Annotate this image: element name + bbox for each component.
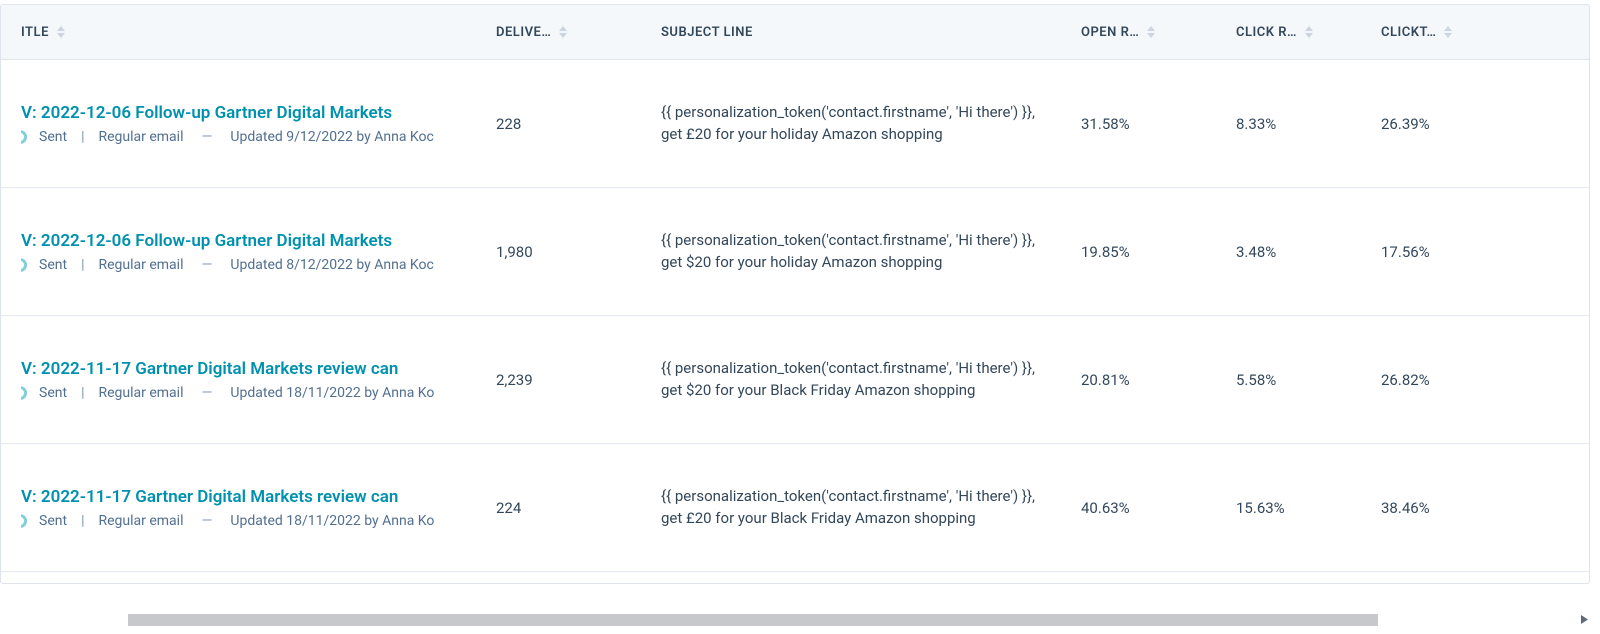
col-header-subject[interactable]: SUBJECT LINE xyxy=(661,25,1081,40)
updated-text: Updated 18/11/2022 by Anna Ko xyxy=(230,513,434,529)
cell-subject: {{ personalization_token('contact.firstn… xyxy=(661,486,1081,530)
col-header-clickthrough[interactable]: CLICKT… xyxy=(1381,25,1521,40)
cell-click-rate: 15.63% xyxy=(1236,499,1381,517)
col-header-click-label: CLICK R… xyxy=(1236,25,1297,40)
cell-open-rate: 31.58% xyxy=(1081,115,1236,133)
table-row: V: 2022-12-06 Follow-up Gartner Digital … xyxy=(1,60,1589,188)
cell-delivered: 1,980 xyxy=(496,243,661,261)
col-header-title-label: ITLE xyxy=(21,25,49,40)
cell-click-rate: 3.48% xyxy=(1236,243,1381,261)
col-header-clickt-label: CLICKT… xyxy=(1381,25,1436,40)
cell-clickthrough: 17.56% xyxy=(1381,243,1521,261)
meta-separator: | xyxy=(81,513,84,529)
col-header-title[interactable]: ITLE xyxy=(1,25,496,40)
col-header-open-label: OPEN R… xyxy=(1081,25,1139,40)
email-meta: Sent | Regular email — Updated 18/11/2022 by… xyxy=(21,385,484,401)
updated-text: Updated 18/11/2022 by Anna Ko xyxy=(230,385,434,401)
email-title-link[interactable]: V: 2022-12-06 Follow-up Gartner Digital … xyxy=(21,103,481,123)
cell-open-rate: 40.63% xyxy=(1081,499,1236,517)
status-dot-icon xyxy=(21,130,27,144)
cell-open-rate: 20.81% xyxy=(1081,371,1236,389)
cell-click-rate: 8.33% xyxy=(1236,115,1381,133)
cell-subject: {{ personalization_token('contact.firstn… xyxy=(661,358,1081,402)
cell-open-rate: 19.85% xyxy=(1081,243,1236,261)
cell-delivered: 228 xyxy=(496,115,661,133)
table-row: V: 2022-11-17 Gartner Digital Markets re… xyxy=(1,444,1589,572)
sort-icon xyxy=(1444,26,1452,38)
email-meta: Sent | Regular email — Updated 18/11/2022 by… xyxy=(21,513,484,529)
horizontal-scrollbar[interactable] xyxy=(8,610,1592,628)
status-dot-icon xyxy=(21,514,27,528)
cell-clickthrough: 26.82% xyxy=(1381,371,1521,389)
email-type: Regular email xyxy=(98,129,183,145)
scrollbar-thumb[interactable] xyxy=(128,614,1378,626)
table-row: V: 2022-11-17 Gartner Digital Markets re… xyxy=(1,316,1589,444)
meta-dash: — xyxy=(201,257,212,273)
sort-icon xyxy=(559,26,567,38)
cell-clickthrough: 26.39% xyxy=(1381,115,1521,133)
status-text: Sent xyxy=(39,257,67,273)
email-title-link[interactable]: V: 2022-11-17 Gartner Digital Markets re… xyxy=(21,487,481,507)
col-header-click-rate[interactable]: CLICK R… xyxy=(1236,25,1381,40)
cell-title: V: 2022-11-17 Gartner Digital Markets re… xyxy=(1,487,496,529)
status-text: Sent xyxy=(39,129,67,145)
col-header-open-rate[interactable]: OPEN R… xyxy=(1081,25,1236,40)
email-list-viewport: ITLE DELIVE… SUBJECT LINE OPEN R… xyxy=(0,0,1600,634)
email-type: Regular email xyxy=(98,257,183,273)
meta-dash: — xyxy=(201,129,212,145)
table-row: V: 2022-12-06 Follow-up Gartner Digital … xyxy=(1,188,1589,316)
email-title-link[interactable]: V: 2022-12-06 Follow-up Gartner Digital … xyxy=(21,231,481,251)
status-text: Sent xyxy=(39,385,67,401)
sort-icon xyxy=(57,26,65,38)
cell-delivered: 2,239 xyxy=(496,371,661,389)
scroll-right-icon[interactable] xyxy=(1576,610,1592,628)
cell-click-rate: 5.58% xyxy=(1236,371,1381,389)
updated-text: Updated 8/12/2022 by Anna Koc xyxy=(230,257,433,273)
col-header-delivered[interactable]: DELIVE… xyxy=(496,25,661,40)
sort-icon xyxy=(1147,26,1155,38)
email-table: ITLE DELIVE… SUBJECT LINE OPEN R… xyxy=(0,4,1590,584)
cell-title: V: 2022-11-17 Gartner Digital Markets re… xyxy=(1,359,496,401)
status-dot-icon xyxy=(21,386,27,400)
meta-dash: — xyxy=(201,385,212,401)
meta-dash: — xyxy=(201,513,212,529)
col-header-delivered-label: DELIVE… xyxy=(496,25,551,40)
email-title-link[interactable]: V: 2022-11-17 Gartner Digital Markets re… xyxy=(21,359,481,379)
cell-delivered: 224 xyxy=(496,499,661,517)
updated-text: Updated 9/12/2022 by Anna Koc xyxy=(230,129,433,145)
email-type: Regular email xyxy=(98,513,183,529)
table-body: V: 2022-12-06 Follow-up Gartner Digital … xyxy=(1,60,1589,572)
meta-separator: | xyxy=(81,129,84,145)
meta-separator: | xyxy=(81,257,84,273)
email-meta: Sent | Regular email — Updated 8/12/2022 by … xyxy=(21,257,484,273)
col-header-subject-label: SUBJECT LINE xyxy=(661,25,753,40)
meta-separator: | xyxy=(81,385,84,401)
cell-title: V: 2022-12-06 Follow-up Gartner Digital … xyxy=(1,103,496,145)
status-dot-icon xyxy=(21,258,27,272)
cell-subject: {{ personalization_token('contact.firstn… xyxy=(661,230,1081,274)
status-text: Sent xyxy=(39,513,67,529)
email-type: Regular email xyxy=(98,385,183,401)
table-header-row: ITLE DELIVE… SUBJECT LINE OPEN R… xyxy=(1,5,1589,60)
cell-clickthrough: 38.46% xyxy=(1381,499,1521,517)
email-meta: Sent | Regular email — Updated 9/12/2022 by … xyxy=(21,129,484,145)
sort-icon xyxy=(1305,26,1313,38)
cell-subject: {{ personalization_token('contact.firstn… xyxy=(661,102,1081,146)
cell-title: V: 2022-12-06 Follow-up Gartner Digital … xyxy=(1,231,496,273)
